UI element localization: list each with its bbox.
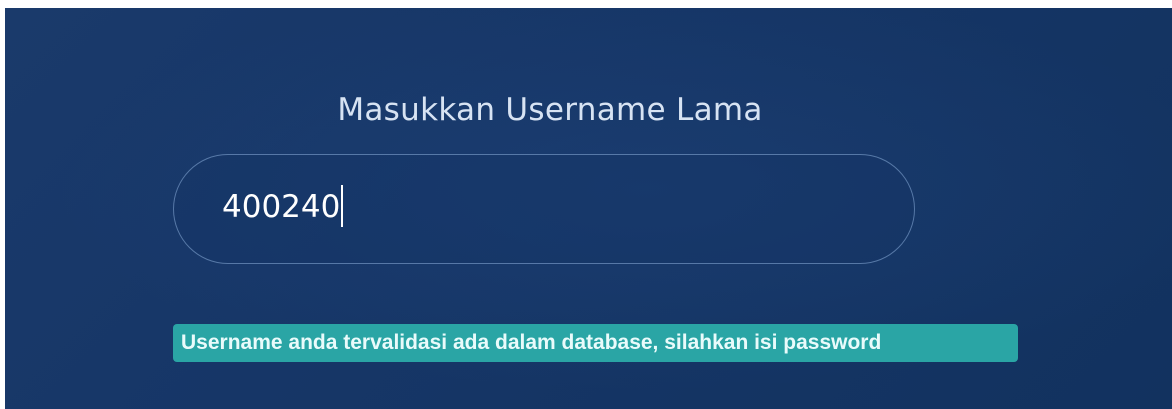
username-input-value[interactable]: 400240 [222, 185, 340, 229]
login-panel: Masukkan Username Lama 400240 Username a… [5, 8, 1172, 409]
text-caret [341, 185, 343, 227]
username-input[interactable]: 400240 [173, 154, 915, 264]
validation-message: Username anda tervalidasi ada dalam data… [173, 324, 1018, 362]
form-title: Masukkan Username Lama [337, 92, 763, 128]
